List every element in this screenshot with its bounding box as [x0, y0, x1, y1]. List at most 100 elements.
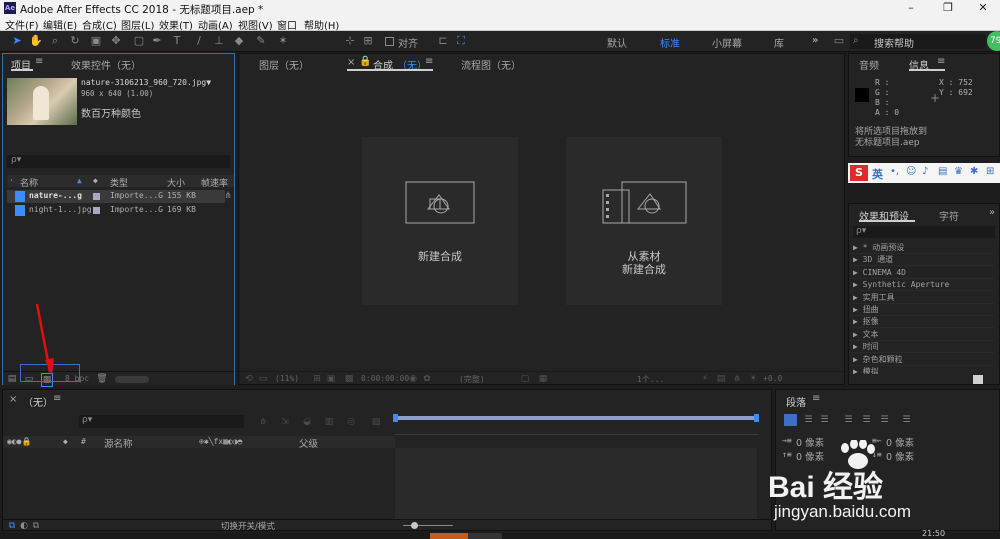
clone-stamp-tool-icon[interactable]: ⊥	[212, 34, 226, 48]
close-button[interactable]: ✕	[968, 0, 998, 16]
roto-brush-tool-icon[interactable]: ✎	[254, 34, 268, 48]
always-preview-icon[interactable]: ⟲	[243, 373, 255, 385]
col-framerate[interactable]: 帧速率	[201, 176, 228, 189]
toggle-icon[interactable]: ▦	[537, 373, 549, 385]
effects-search-input[interactable]: ρ▾	[853, 226, 995, 238]
pan-behind-tool-icon[interactable]: ✥	[109, 34, 123, 48]
grid-menu-icon[interactable]: ⊞	[986, 166, 994, 177]
tab-effect-controls[interactable]: 效果控件（无）	[71, 57, 141, 72]
col-source-name[interactable]: 源名称	[104, 436, 133, 450]
search-help-toggle-icon[interactable]: ▭	[832, 34, 846, 48]
rotate-tool-icon[interactable]: ↻	[68, 34, 82, 48]
tab-flowchart[interactable]: 流程图（无）	[461, 57, 521, 72]
taskbar-app[interactable]	[468, 533, 502, 539]
timeline-icon[interactable]: ▤	[715, 373, 727, 385]
tab-character[interactable]: 字符	[939, 208, 959, 223]
maximize-button[interactable]: ❐	[933, 0, 963, 16]
list-item[interactable]: ▶ 3D 通道	[849, 254, 994, 266]
timeline-search-input[interactable]: ρ▾	[79, 415, 244, 428]
minimize-button[interactable]: –	[896, 0, 926, 16]
fast-preview-icon[interactable]: ⚡	[699, 373, 711, 385]
user-avatar[interactable]: 79	[987, 31, 1000, 51]
list-item[interactable]: ▶ 抠像	[849, 316, 994, 328]
transfer-controls-icon[interactable]: ◐	[19, 520, 29, 532]
keyboard-icon[interactable]: ▤	[938, 166, 947, 177]
table-row[interactable]: night-1...jpg Importe...G 169 KB	[7, 204, 225, 217]
draft-3d-icon[interactable]: ⇲	[279, 416, 291, 428]
timecode[interactable]: 0:00:00:00	[361, 374, 409, 383]
region-icon[interactable]: ▢	[519, 373, 531, 385]
justify-right-icon[interactable]: ☰	[878, 414, 891, 426]
views-dropdown[interactable]: 1个...	[637, 374, 664, 385]
menu-animation[interactable]: 动画(A)	[198, 17, 233, 32]
workspace-default[interactable]: 默认	[607, 35, 627, 50]
list-item[interactable]: ▶ CINEMA 4D	[849, 267, 994, 279]
shy-icon[interactable]: ◒	[301, 416, 313, 428]
list-item[interactable]: ▶ Synthetic Aperture	[849, 279, 994, 291]
work-area-end-handle[interactable]	[754, 414, 759, 422]
zoom-dropdown[interactable]: (11%)	[275, 374, 299, 383]
grid-icon[interactable]: ⊞	[311, 373, 323, 385]
workspace-more-icon[interactable]: »	[812, 35, 818, 46]
zoom-slider-handle[interactable]	[411, 522, 418, 529]
list-item[interactable]: ▶ 实用工具	[849, 292, 994, 304]
snap-left-icon[interactable]: ⊏	[436, 34, 450, 48]
justify-all-icon[interactable]: ☰	[900, 414, 913, 426]
tools-icon[interactable]: ✱	[970, 166, 978, 177]
align-right-icon[interactable]: ☰	[818, 414, 831, 426]
toggle-switches-modes[interactable]: 切换开关/模式	[221, 520, 275, 532]
align-center-icon[interactable]: ☰	[802, 414, 815, 426]
flowchart-icon[interactable]: ⋔	[223, 190, 233, 202]
list-item[interactable]: ▶ 时间	[849, 341, 994, 353]
tab-layer[interactable]: 图层（无）	[259, 57, 309, 72]
menu-effect[interactable]: 效果(T)	[159, 17, 193, 32]
time-ruler[interactable]	[395, 425, 759, 435]
new-preset-icon[interactable]	[973, 375, 983, 384]
close-timeline-icon[interactable]: ×	[9, 394, 17, 405]
menu-view[interactable]: 视图(V)	[238, 17, 273, 32]
sogou-logo-icon[interactable]: S	[850, 165, 868, 181]
paragraph-menu-icon[interactable]: ≡	[812, 393, 820, 404]
project-search-input[interactable]: ρ▾	[7, 155, 230, 168]
in-out-icon[interactable]: ⧉	[31, 520, 41, 532]
align-checkbox[interactable]	[385, 37, 394, 46]
justify-center-icon[interactable]: ☰	[860, 414, 873, 426]
new-composition-card[interactable]: 新建合成	[362, 137, 518, 305]
list-item[interactable]: ▶ * 动画预设	[849, 242, 994, 254]
workspace-standard[interactable]: 标准	[660, 35, 680, 50]
axis-world-icon[interactable]: ⊞	[361, 34, 375, 48]
tab-paragraph[interactable]: 段落	[786, 394, 806, 409]
ime-language[interactable]: 英	[872, 166, 883, 182]
menu-layer[interactable]: 图层(L)	[121, 17, 154, 32]
reset-exposure-icon[interactable]: ☀	[747, 373, 759, 385]
frame-blend-icon[interactable]: ▥	[323, 416, 335, 428]
voice-icon[interactable]: ♪	[922, 166, 928, 177]
list-item[interactable]: ▶ 文本	[849, 329, 994, 341]
monitor-icon[interactable]: ▭	[257, 373, 269, 385]
snap-icon[interactable]: ⛶	[454, 34, 468, 48]
rectangle-tool-icon[interactable]: ▢	[132, 34, 146, 48]
table-row[interactable]: nature-...g Importe...G 155 KB	[7, 190, 225, 203]
mask-icon[interactable]: ▣	[325, 373, 337, 385]
comp-flowchart-icon[interactable]: ⋔	[257, 416, 269, 428]
col-parent[interactable]: 父级	[299, 436, 318, 450]
tab-audio[interactable]: 音频	[859, 57, 879, 72]
selection-tool-icon[interactable]: ➤	[10, 34, 24, 48]
justify-left-icon[interactable]: ☰	[842, 414, 855, 426]
trash-icon[interactable]: 🗑	[96, 373, 108, 385]
interpret-footage-icon[interactable]: ▤	[6, 373, 18, 385]
menu-file[interactable]: 文件(F)	[5, 17, 39, 32]
menu-edit[interactable]: 编辑(E)	[43, 17, 77, 32]
eraser-tool-icon[interactable]: ◆	[232, 34, 246, 48]
flowchart-view-icon[interactable]: ⋔	[731, 373, 743, 385]
comp-menu-icon[interactable]: ≡	[425, 56, 433, 67]
thumbnail-slider[interactable]	[115, 376, 149, 383]
search-help-input[interactable]: ⌕ 搜索帮助	[850, 34, 986, 50]
col-type[interactable]: 类型	[110, 176, 128, 189]
menu-help[interactable]: 帮助(H)	[304, 17, 339, 32]
new-comp-from-footage-card[interactable]: 从素材 新建合成	[566, 137, 722, 305]
work-area-bar[interactable]	[395, 416, 757, 420]
lock-icon[interactable]: 🔒	[359, 56, 371, 67]
timeline-menu-icon[interactable]: ≡	[53, 393, 61, 404]
pen-tool-icon[interactable]: ✒	[150, 34, 164, 48]
